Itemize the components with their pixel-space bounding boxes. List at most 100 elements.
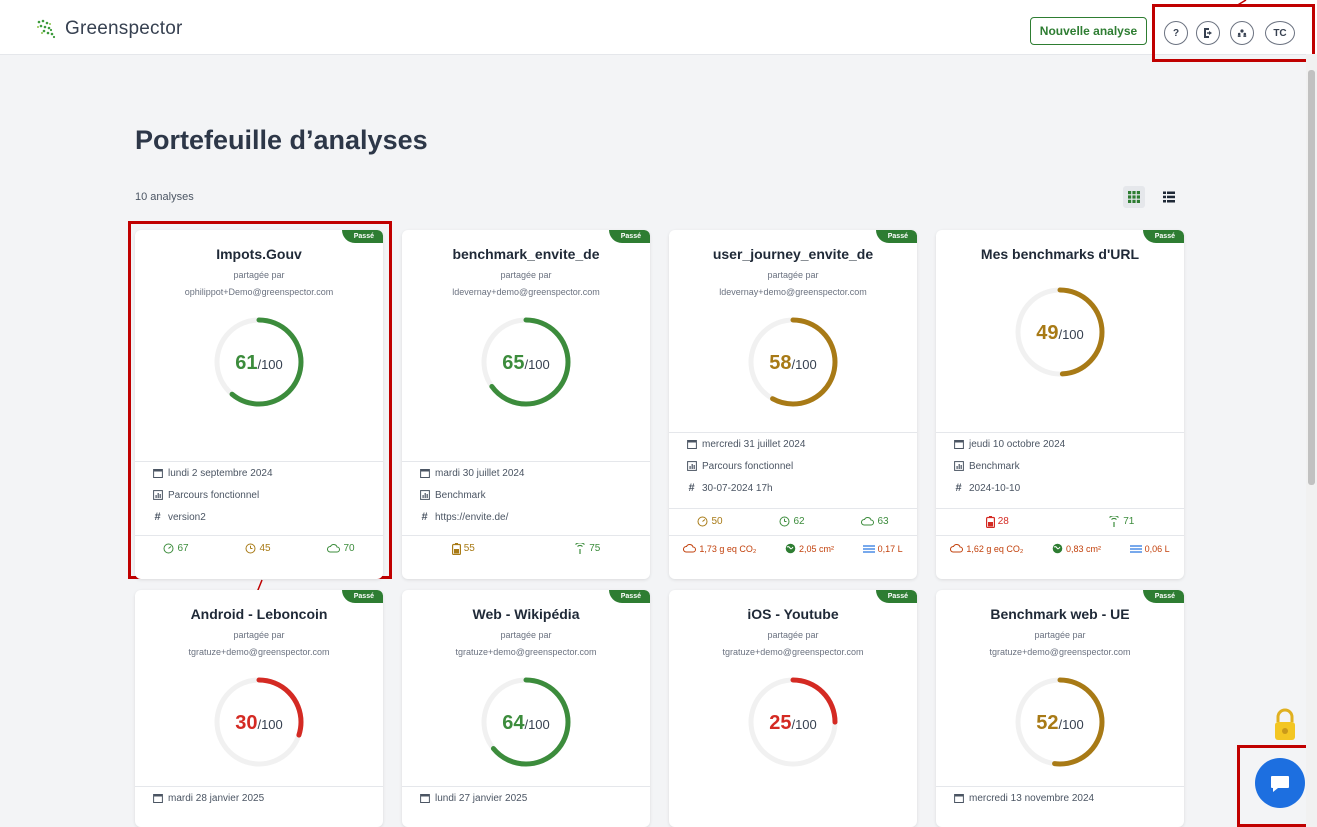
score-gauge: 61/100 xyxy=(214,317,304,407)
analysis-card[interactable]: Passé Android - Leboncoin partagée par tgra… xyxy=(135,590,383,827)
help-button[interactable]: ? xyxy=(1164,21,1188,45)
grid-view-button[interactable] xyxy=(1123,186,1145,208)
svg-text:49/100: 49/100 xyxy=(1036,322,1084,344)
status-badge: Passé xyxy=(341,230,383,243)
meta-date: mercredi 13 novembre 2024 xyxy=(936,787,1184,809)
metric: 67 xyxy=(163,543,189,554)
accessibility-lock-button[interactable] xyxy=(1270,708,1300,744)
svg-text:58/100: 58/100 xyxy=(769,352,817,374)
analysis-card[interactable]: Passé Mes benchmarks d'URL 49/100 jeudi 10 … xyxy=(936,230,1184,579)
list-view-icon xyxy=(1163,191,1175,203)
meta-date: lundi 27 janvier 2025 xyxy=(402,787,650,809)
calendar-icon xyxy=(686,439,697,449)
analysis-meta: lundi 2 septembre 2024 Parcours fonctionn… xyxy=(135,461,383,528)
status-badge: Passé xyxy=(1142,230,1184,243)
metrics-row: 28 71 xyxy=(936,508,1184,534)
score-value: 64 xyxy=(502,712,525,734)
tag-icon: # xyxy=(955,482,962,494)
cloud-icon xyxy=(861,516,875,527)
metric: 45 xyxy=(245,543,271,554)
analyses-count: 10 analyses xyxy=(135,191,194,203)
status-badge: Passé xyxy=(341,590,383,603)
score-value: 58 xyxy=(769,352,791,374)
impact: 0,17 L xyxy=(862,544,903,554)
score-max: /100 xyxy=(524,357,549,372)
analysis-card[interactable]: Passé Impots.Gouv partagée par ophilippot+D… xyxy=(135,230,383,579)
score-value: 61 xyxy=(235,352,257,374)
cloud-icon xyxy=(327,543,341,554)
score-gauge: 64/100 xyxy=(481,677,571,767)
score-value: 25 xyxy=(769,712,791,734)
list-view-button[interactable] xyxy=(1158,186,1180,208)
signal-icon xyxy=(574,543,586,554)
analysis-name: Benchmark web - UE xyxy=(990,606,1130,622)
svg-text:64/100: 64/100 xyxy=(502,712,550,734)
shared-by-label: partagée par xyxy=(233,270,285,280)
score-gauge: 58/100 xyxy=(748,317,838,407)
meta-type: Benchmark xyxy=(936,455,1184,477)
metrics-row: 55 75 xyxy=(402,535,650,561)
shared-by-email: ldevernay+demo@greenspector.com xyxy=(452,287,600,297)
shared-by-label: partagée par xyxy=(1034,630,1086,640)
analysis-name: Mes benchmarks d'URL xyxy=(980,246,1140,262)
score-max: /100 xyxy=(524,717,549,732)
analysis-card[interactable]: Passé benchmark_envite_de partagée par ldev… xyxy=(402,230,650,579)
shared-by-email: tgratuze+demo@greenspector.com xyxy=(455,647,597,657)
meta-tag-text: 2024-10-10 xyxy=(969,482,1021,494)
metric-value: 75 xyxy=(589,543,601,554)
analysis-name: iOS - Youtube xyxy=(747,606,839,622)
analysis-name: Android - Leboncoin xyxy=(190,606,328,622)
greenspector-logo[interactable]: Greenspector xyxy=(35,18,183,40)
journey-type-icon xyxy=(152,490,163,500)
svg-text:30/100: 30/100 xyxy=(235,712,283,734)
meta-type: Benchmark xyxy=(402,484,650,506)
co2-cloud-icon xyxy=(950,543,964,554)
grid-view-icon xyxy=(1128,191,1140,203)
metric-value: 63 xyxy=(877,516,889,527)
journey-type-icon xyxy=(686,461,697,471)
meta-type-text: Parcours fonctionnel xyxy=(702,460,794,472)
analysis-card[interactable]: Passé user_journey_envite_de partagée par l… xyxy=(669,230,917,579)
signal-icon xyxy=(1108,516,1120,527)
impact: 1,62 g eq CO₂ xyxy=(950,543,1023,554)
impact: 0,83 cm² xyxy=(1052,543,1101,554)
score-gauge: 30/100 xyxy=(214,677,304,767)
shared-by-label: partagée par xyxy=(767,630,819,640)
co2-cloud-icon xyxy=(683,543,697,554)
clock-icon xyxy=(779,516,790,527)
analysis-meta: mardi 28 janvier 2025 xyxy=(135,786,383,809)
chat-button[interactable] xyxy=(1255,758,1305,808)
svg-text:65/100: 65/100 xyxy=(502,352,550,374)
meta-tag: #30-07-2024 17h xyxy=(669,477,917,499)
status-badge: Passé xyxy=(875,230,917,243)
shared-by-email: tgratuze+demo@greenspector.com xyxy=(989,647,1131,657)
team-button[interactable] xyxy=(1230,21,1254,45)
scrollbar-thumb[interactable] xyxy=(1308,70,1315,485)
profile-button[interactable]: TC xyxy=(1265,21,1295,45)
new-analysis-button[interactable]: Nouvelle analyse xyxy=(1030,17,1147,45)
score-gauge: 52/100 xyxy=(1015,677,1105,767)
journey-type-icon xyxy=(419,490,430,500)
globe-icon xyxy=(785,543,796,554)
score-value: 65 xyxy=(502,352,524,374)
help-icon: ? xyxy=(1172,27,1180,39)
meta-tag-text: 30-07-2024 17h xyxy=(702,482,773,494)
tag-icon: # xyxy=(688,482,695,494)
meta-date-text: lundi 2 septembre 2024 xyxy=(168,467,273,479)
chat-icon xyxy=(1271,776,1289,792)
score-max: /100 xyxy=(1058,327,1083,342)
analysis-card[interactable]: Passé iOS - Youtube partagée par tgratuze+d… xyxy=(669,590,917,827)
analysis-card[interactable]: Passé Web - Wikipédia partagée par tgratuze… xyxy=(402,590,650,827)
calendar-icon xyxy=(953,439,964,449)
analysis-card[interactable]: Passé Benchmark web - UE partagée par tgrat… xyxy=(936,590,1184,827)
profile-avatar: TC xyxy=(1273,27,1287,39)
meta-date: jeudi 10 octobre 2024 xyxy=(936,433,1184,455)
meta-tag: #2024-10-10 xyxy=(936,477,1184,499)
metric-value: 67 xyxy=(177,543,189,554)
metric: 75 xyxy=(574,543,600,554)
impacts-row: 1,73 g eq CO₂ 2,05 cm² 0,17 L xyxy=(669,535,917,561)
speed-icon xyxy=(697,516,708,527)
logout-button[interactable] xyxy=(1196,21,1220,45)
metric: 50 xyxy=(697,516,723,527)
metric: 71 xyxy=(1108,516,1134,527)
